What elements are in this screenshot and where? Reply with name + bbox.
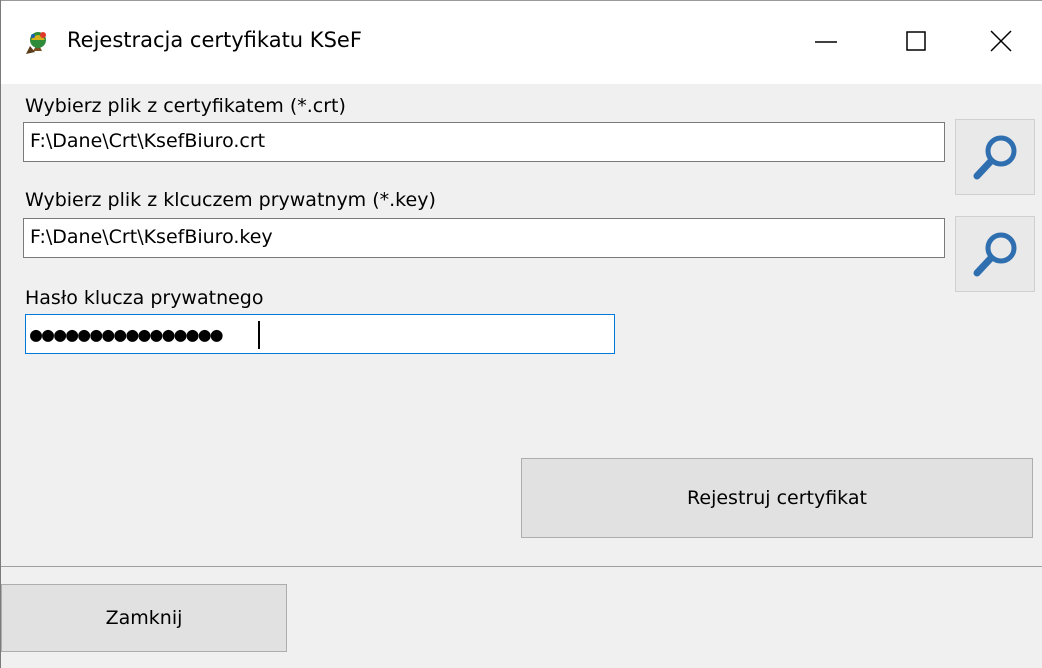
password-label: Hasło klucza prywatnego — [25, 287, 264, 309]
maximize-icon — [906, 31, 926, 51]
close-button[interactable]: Zamknij — [1, 584, 287, 652]
close-window-button[interactable] — [971, 12, 1031, 72]
title-bar[interactable]: Rejestracja certyfikatu KSeF — [1, 0, 1042, 84]
key-file-input[interactable]: F:\Dane\Crt\KsefBiuro.key — [23, 218, 945, 258]
text-caret — [258, 321, 260, 349]
magnifier-icon — [973, 135, 1017, 180]
close-button-label: Zamknij — [105, 607, 183, 629]
window-title: Rejestracja certyfikatu KSeF — [67, 28, 362, 52]
password-mask: ●●●●●●●●●●●●●●●● — [30, 322, 223, 346]
dialog-window: Rejestracja certyfikatu KSeF Wybierz pli… — [0, 0, 1042, 668]
key-file-label: Wybierz plik z klcuczem prywatnym (*.key… — [25, 189, 436, 211]
minimize-button[interactable] — [797, 12, 857, 72]
window-top-edge — [1, 0, 1042, 1]
register-certificate-label: Rejestruj certyfikat — [687, 487, 867, 509]
maximize-button[interactable] — [885, 12, 945, 72]
password-input[interactable]: ●●●●●●●●●●●●●●●● — [25, 314, 615, 354]
close-icon — [990, 30, 1012, 52]
app-icon — [23, 28, 51, 56]
crt-file-input[interactable]: F:\Dane\Crt\KsefBiuro.crt — [23, 122, 945, 162]
crt-file-label: Wybierz plik z certyfikatem (*.crt) — [25, 95, 346, 117]
minimize-icon — [815, 41, 837, 43]
browse-key-button[interactable] — [955, 216, 1035, 292]
register-certificate-button[interactable]: Rejestruj certyfikat — [521, 458, 1033, 538]
magnifier-icon — [973, 232, 1017, 277]
browse-crt-button[interactable] — [955, 119, 1035, 195]
